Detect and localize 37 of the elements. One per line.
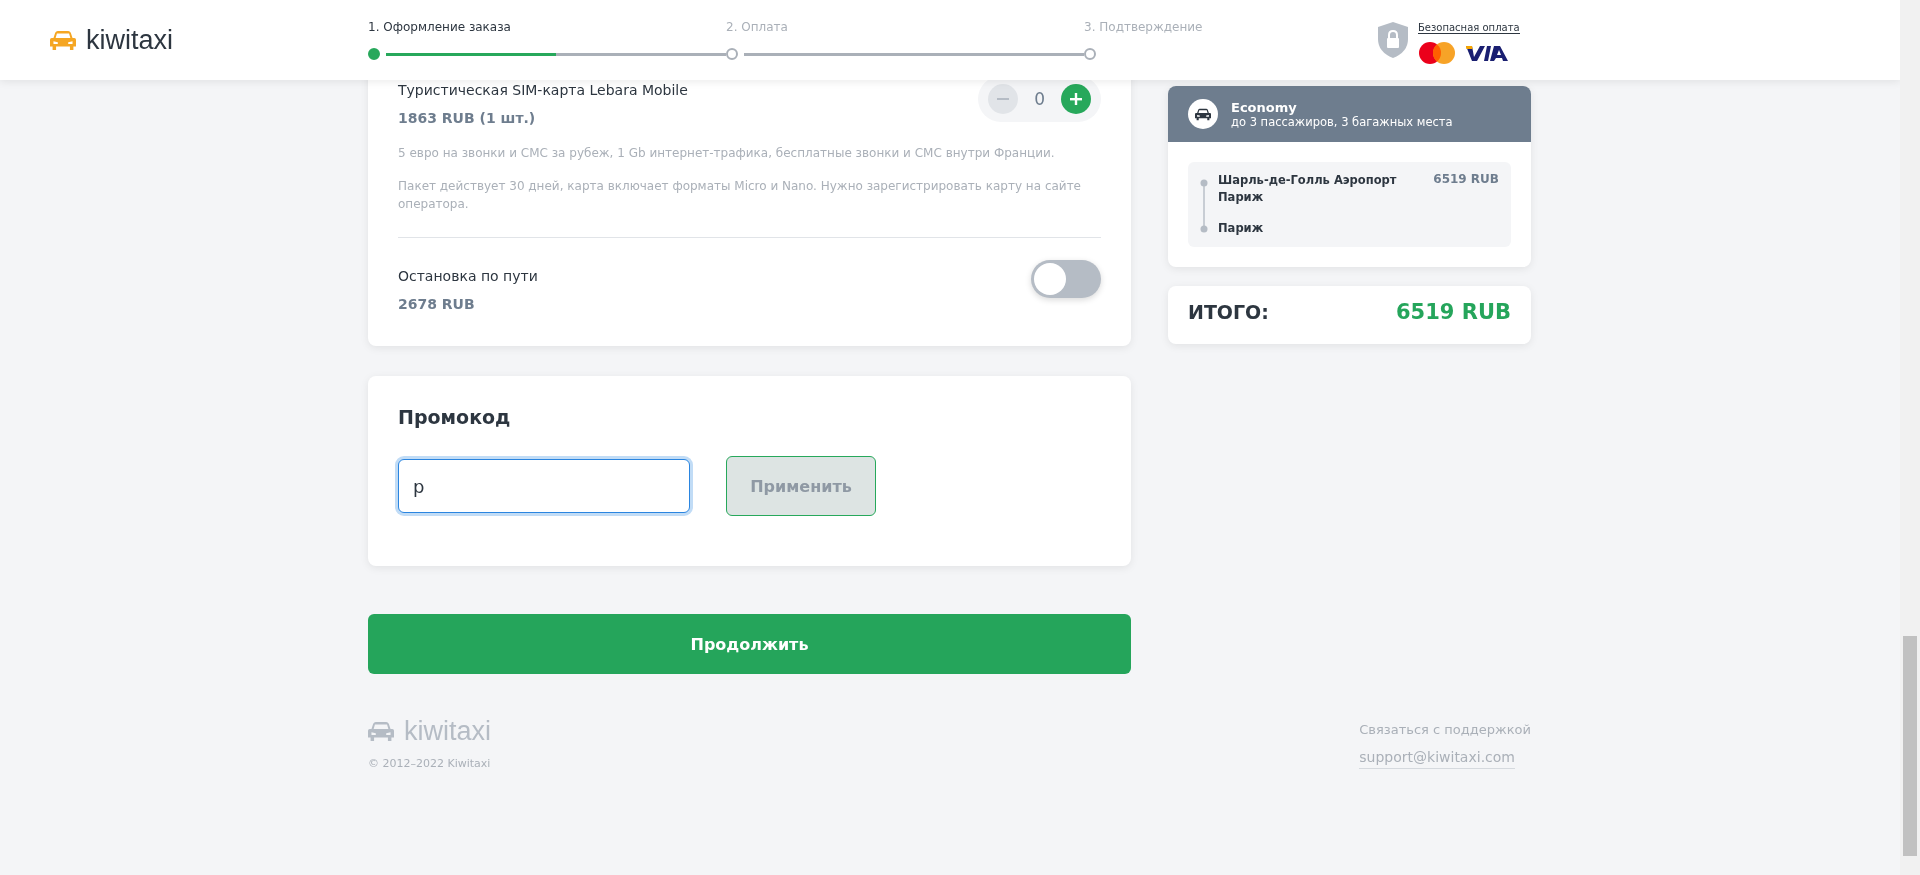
car-capacity: до 3 пассажиров, 3 багажных места: [1231, 114, 1453, 129]
mastercard-icon: [1418, 40, 1456, 65]
plus-icon: [1069, 92, 1083, 106]
shield-lock-icon: [1378, 22, 1408, 58]
plus-button[interactable]: [1061, 84, 1091, 114]
extra-title: Туристическая SIM-карта Lebara Mobile: [398, 82, 689, 98]
secure-payment-link[interactable]: Безопасная оплата: [1418, 21, 1520, 34]
scrollbar-thumb[interactable]: [1903, 636, 1917, 856]
continue-button[interactable]: Продолжить: [368, 614, 1131, 674]
step-label: 2. Оплата: [726, 20, 789, 36]
extra-title: Остановка по пути: [398, 268, 538, 284]
extra-price: 1863 RUB (1 шт.): [398, 110, 537, 126]
route-price: 6519 RUB: [1433, 172, 1499, 188]
support-label: Связаться с поддержкой: [1359, 722, 1531, 737]
car-icon: [1188, 99, 1218, 129]
scrollbar[interactable]: [1900, 0, 1920, 875]
extra-description: Пакет действует 30 дней, карта включает форматы Micro и Nano. Нужно зарегистрировать карту на сайте оператора.: [398, 178, 1082, 213]
car-class: Economy: [1231, 99, 1298, 115]
quantity-value: 0: [1034, 89, 1045, 109]
extra-price: 2678 RUB: [398, 296, 476, 312]
promo-title: Промокод: [398, 406, 512, 428]
route-destination: Париж: [1218, 220, 1265, 237]
support-email-link[interactable]: support@kiwitaxi.com: [1359, 749, 1515, 769]
car-icon: [50, 29, 76, 51]
total-label: ИТОГО:: [1188, 301, 1269, 323]
route-origin: Шарль-де-Голль Аэропорт Париж: [1218, 172, 1398, 206]
step-label: 1. Оформление заказа: [368, 20, 512, 36]
logo-text[interactable]: kiwitaxi: [86, 24, 173, 56]
promo-code-field[interactable]: p: [398, 459, 690, 513]
total-price: 6519 RUB: [1396, 300, 1511, 324]
car-icon: [368, 721, 394, 742]
step-label: 3. Подтверждение: [1084, 20, 1204, 36]
extra-description: 5 евро на звонки и СМС за рубеж, 1 Gb интернет-трафика, бесплатные звонки и СМС внутри Франции.: [398, 145, 1056, 162]
footer-logo-text[interactable]: kiwitaxi: [404, 716, 491, 747]
route-line: [1200, 179, 1208, 233]
copyright: © 2012–2022 Kiwitaxi: [368, 757, 491, 770]
toggle-switch[interactable]: [1031, 260, 1101, 298]
